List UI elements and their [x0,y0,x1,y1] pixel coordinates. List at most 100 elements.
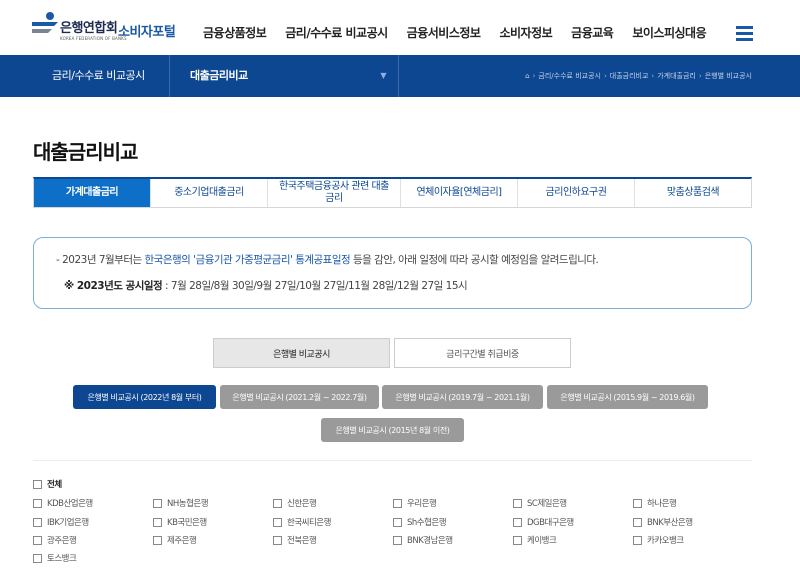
period-button-2015-09[interactable]: 은행별 비교공시 (2015.9월 ~ 2019.6월) [547,385,708,409]
logo-portal: 소비자포털 [118,25,176,40]
tab-rate-cut-request[interactable]: 금리인하요구권 [518,179,635,207]
checkbox-label: IBK기업은행 [47,518,89,528]
nav-item-products[interactable]: 금융상품정보 [203,24,267,41]
home-icon[interactable]: ⌂ [525,72,529,80]
caret-down-icon: ▼ [380,71,386,80]
checkbox-icon[interactable] [33,479,42,489]
chevron-right-icon: › [603,72,607,80]
notice-line-1: - 2023년 7월부터는 한국은행의 '금융기관 가중평균금리' 통계공표일정… [56,252,599,267]
schedule-dates: : 7월 28일/8월 30일/9월 27일/10월 27일/11월 28일/1… [162,280,468,292]
checkbox-icon[interactable] [273,535,282,545]
checkbox-icon[interactable] [633,535,642,545]
checkbox-bank[interactable]: 케이뱅크 [513,534,557,546]
toggle-rate-range[interactable]: 금리구간별 취급비중 [394,338,571,368]
period-button-2021-02[interactable]: 은행별 비교공시 (2021.2월 ~ 2022.7월) [220,385,379,409]
checkbox-icon[interactable] [153,498,162,508]
checkbox-label: 전북은행 [287,536,317,546]
page-selector-label: 대출금리비교 [190,69,248,82]
checkbox-label: BNK경남은행 [407,536,453,546]
checkbox-bank[interactable]: KB국민은행 [153,516,207,528]
tab-household-loan[interactable]: 가계대출금리 [34,179,151,207]
checkbox-icon[interactable] [33,553,42,563]
kfb-logo-mark-icon [32,12,58,33]
checkbox-label: 우리은행 [407,499,437,509]
checkbox-icon[interactable] [273,517,282,527]
checkbox-label: 한국씨티은행 [287,518,331,528]
breadcrumb-item[interactable]: 은행별 비교공시 [705,71,752,81]
checkbox-label: SC제일은행 [527,499,567,509]
checkbox-icon[interactable] [513,498,522,508]
period-button-2019-07[interactable]: 은행별 비교공시 (2019.7월 ~ 2021.1월) [382,385,543,409]
checkbox-icon[interactable] [393,535,402,545]
checkbox-bank[interactable]: 토스뱅크 [33,552,77,564]
notice-highlight: 한국은행의 '금융기관 가중평균금리' 통계공표일정 [144,254,351,266]
checkbox-bank[interactable]: 하나은행 [633,497,677,509]
checkbox-icon[interactable] [513,517,522,527]
checkbox-icon[interactable] [153,535,162,545]
chevron-right-icon: › [651,72,655,80]
checkbox-bank[interactable]: DGB대구은행 [513,516,574,528]
checkbox-icon[interactable] [513,535,522,545]
checkbox-label: 신한은행 [287,499,317,509]
section-selector[interactable]: 금리/수수료 비교공시 [0,55,170,97]
checkbox-bank[interactable]: 우리은행 [393,497,437,509]
checkbox-label: BNK부산은행 [647,518,693,528]
checkbox-bank[interactable]: 신한은행 [273,497,317,509]
checkbox-label: 카카오뱅크 [647,536,684,546]
tab-overdue-rate[interactable]: 연체이자율[연체금리] [401,179,518,207]
checkbox-bank[interactable]: 제주은행 [153,534,197,546]
period-button-2022-08[interactable]: 은행별 비교공시 (2022년 8월 부터) [73,385,216,409]
checkbox-icon[interactable] [33,535,42,545]
checkbox-bank[interactable]: SC제일은행 [513,497,567,509]
kfb-logo[interactable]: 은행연합회 KOREA FEDERATION OF BANKS 소비자포털 [30,8,190,48]
loan-type-tabs: 가계대출금리 중소기업대출금리 한국주택금융공사 관련 대출금리 연체이자율[연… [33,177,752,208]
checkbox-bank[interactable]: 전북은행 [273,534,317,546]
chevron-right-icon: › [532,72,536,80]
checkbox-icon[interactable] [33,517,42,527]
tab-hf-loan[interactable]: 한국주택금융공사 관련 대출금리 [268,179,401,207]
checkbox-bank[interactable]: 카카오뱅크 [633,534,684,546]
checkbox-bank[interactable]: BNK부산은행 [633,516,693,528]
checkbox-bank[interactable]: 광주은행 [33,534,77,546]
nav-item-voice-phishing[interactable]: 보이스피싱대응 [632,24,706,41]
checkbox-icon[interactable] [153,517,162,527]
checkbox-bank[interactable]: BNK경남은행 [393,534,453,546]
checkbox-bank[interactable]: KDB산업은행 [33,497,93,509]
tab-sme-loan[interactable]: 중소기업대출금리 [151,179,268,207]
breadcrumb-item[interactable]: 금리/수수료 비교공시 [538,71,601,81]
tab-custom-search[interactable]: 맞춤상품검색 [635,179,751,207]
notice-line-2: ※ 2023년도 공시일정 : 7월 28일/8월 30일/9월 27일/10월… [64,278,468,293]
checkbox-label: 토스뱅크 [47,554,77,564]
breadcrumb: ⌂ › 금리/수수료 비교공시 › 대출금리비교 › 가계대출금리 › 은행별 … [525,71,752,81]
checkbox-label: 케이뱅크 [527,536,557,546]
checkbox-icon[interactable] [633,517,642,527]
view-toggle: 은행별 비교공시 금리구간별 취급비중 [213,338,571,368]
checkbox-label: DGB대구은행 [527,518,574,528]
breadcrumb-item[interactable]: 대출금리비교 [610,71,649,81]
page-title: 대출금리비교 [33,140,138,164]
nav-item-services[interactable]: 금융서비스정보 [407,24,481,41]
logo-name: 은행연합회 [60,21,118,36]
checkbox-bank[interactable]: NH농협은행 [153,497,209,509]
nav-item-consumer-info[interactable]: 소비자정보 [499,24,552,41]
checkbox-icon[interactable] [33,498,42,508]
checkbox-icon[interactable] [393,517,402,527]
page-selector[interactable]: 대출금리비교 ▼ [171,55,399,97]
checkbox-label: KB국민은행 [167,518,207,528]
period-button-before-2015-08[interactable]: 은행별 비교공시 (2015년 8월 이전) [321,418,464,442]
notice-text: 등을 감안, 아래 일정에 따라 공시할 예정임을 알려드립니다. [350,254,599,266]
checkbox-icon[interactable] [273,498,282,508]
checkbox-bank[interactable]: Sh수협은행 [393,516,447,528]
hamburger-menu-icon[interactable] [736,26,753,41]
toggle-bank-comparison[interactable]: 은행별 비교공시 [213,338,390,368]
checkbox-icon[interactable] [633,498,642,508]
divider [33,460,752,461]
checkbox-bank[interactable]: 한국씨티은행 [273,516,331,528]
checkbox-icon[interactable] [393,498,402,508]
checkbox-all[interactable]: 전체 [33,478,62,490]
logo-subtitle: KOREA FEDERATION OF BANKS [60,36,127,41]
breadcrumb-item[interactable]: 가계대출금리 [657,71,696,81]
checkbox-bank[interactable]: IBK기업은행 [33,516,89,528]
nav-item-education[interactable]: 금융교육 [571,24,614,41]
nav-item-rate-comparison[interactable]: 금리/수수료 비교공시 [285,24,388,41]
